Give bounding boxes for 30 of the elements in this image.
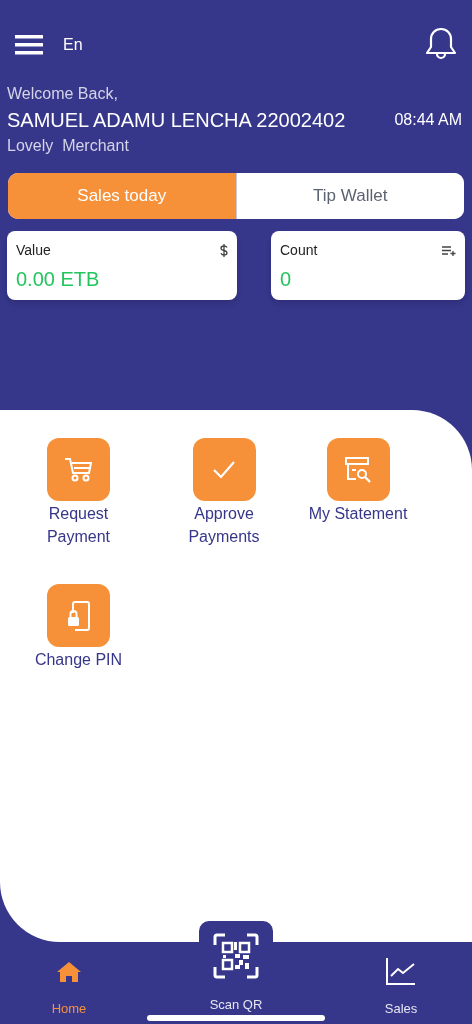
action-tile[interactable] [326,438,390,501]
dollar-icon [220,244,228,257]
business-name: Lovely Merchant [7,136,130,156]
checkmark-icon [213,460,235,479]
language-selector[interactable]: En [63,33,83,57]
stat-value: 0 [280,267,293,292]
stat-value: 0.00 ETB [16,267,101,292]
action-tile[interactable] [47,438,110,501]
cart-icon [63,456,94,483]
welcome-text: Welcome Back, [7,84,119,104]
phone-lock-icon [66,599,91,632]
merchant-name: SAMUEL ADAMU LENCHA 22002402 [7,108,346,133]
action-label[interactable]: Change PIN [18,648,139,671]
menu-icon[interactable] [15,34,43,56]
nav-tab[interactable]: Home [0,954,138,1018]
action-label[interactable]: My Statement [298,502,418,525]
action-tile[interactable] [47,584,110,647]
home-icon [57,960,81,983]
stat-label: Value [16,241,51,260]
line-chart-icon [386,957,416,986]
action-label[interactable]: Request Payment [18,502,139,548]
tab[interactable]: Tip Wallet [235,173,464,219]
action-tile[interactable] [192,438,256,501]
qr-code-icon [213,933,259,979]
stat-label: Count [280,241,318,260]
list-add-icon [442,245,456,256]
document-search-icon [343,455,373,484]
time-text: 08:44 AM [394,110,462,130]
action-label[interactable]: Approve Payments [164,502,284,548]
nav-tab[interactable]: Sales [330,954,472,1018]
